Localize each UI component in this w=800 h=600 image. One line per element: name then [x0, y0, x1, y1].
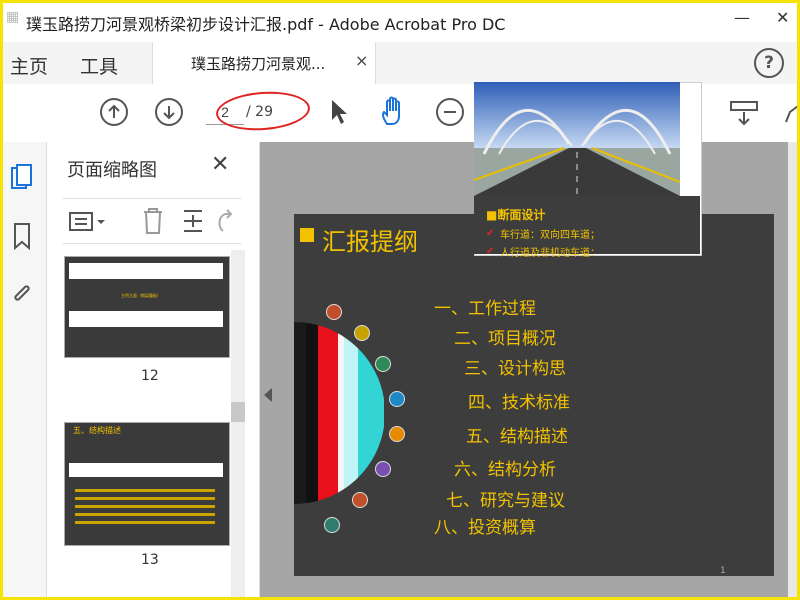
page-thumbnail-13[interactable]: 五、结构描述 [64, 422, 230, 546]
extract-page-icon[interactable] [181, 207, 205, 235]
bridge-photo [474, 82, 680, 196]
bookmark-icon[interactable] [10, 222, 34, 250]
page-number-12: 12 [141, 368, 159, 384]
help-icon[interactable]: ? [754, 48, 784, 78]
tab-close-icon[interactable]: × [355, 51, 368, 70]
agenda-dot [389, 426, 405, 442]
delete-page-icon[interactable] [141, 207, 165, 235]
agenda-dot [389, 391, 405, 407]
checkmark-icon: ✔ [486, 228, 495, 239]
agenda-item: 二、项目概况 [454, 329, 556, 349]
close-icon[interactable]: ✕ [776, 8, 789, 27]
thumbnail-scroll-thumb[interactable] [231, 402, 245, 422]
pen-tool-icon[interactable] [784, 104, 800, 124]
collapse-panel-arrow-icon[interactable] [264, 388, 272, 402]
agenda-item: 三、设计构思 [464, 359, 566, 379]
page-thumbnails-icon[interactable] [10, 164, 34, 192]
attachment-icon[interactable] [10, 280, 34, 308]
stamp-tool-icon[interactable] [730, 100, 758, 128]
agenda-item: 八、投资概算 [434, 518, 536, 538]
thumbnail-options-icon[interactable] [69, 211, 109, 233]
agenda-item: 五、结构描述 [466, 427, 568, 447]
tab-document-label: 璞玉路捞刀河景观... [191, 55, 326, 73]
thumbnail-caption: 主桥立面（钢梁腹板） [121, 293, 161, 298]
panel-close-icon[interactable]: ✕ [211, 152, 229, 177]
slide-page-number: 1 [720, 566, 726, 576]
page-number-13: 13 [141, 552, 159, 568]
agenda-item: 六、结构分析 [454, 460, 556, 480]
agenda-dot [324, 517, 340, 533]
tab-document[interactable]: 璞玉路捞刀河景观... × [152, 42, 376, 84]
document-scrollbar[interactable] [788, 142, 800, 600]
slide-title: 汇报提纲 [322, 228, 418, 256]
semicircle-graphic [294, 322, 384, 504]
agenda-dot [375, 356, 391, 372]
agenda-dot [354, 325, 370, 341]
rotate-page-icon[interactable] [215, 207, 239, 235]
caption-heading: ■断面设计 [486, 208, 546, 222]
panel-toolbar [63, 198, 241, 244]
hand-tool-icon[interactable] [378, 96, 410, 128]
previous-page-icon[interactable] [100, 98, 128, 126]
agenda-item: 一、工作过程 [434, 299, 536, 319]
thumbnails-panel: 页面缩略图 ✕ 主桥立面（钢梁腹板） 12 五、结构描述 13 [47, 142, 260, 600]
checkmark-icon: ✔ [486, 246, 495, 257]
zoom-out-icon[interactable] [436, 98, 464, 126]
agenda-dot [326, 304, 342, 320]
select-cursor-icon[interactable] [328, 98, 350, 126]
next-page-icon[interactable] [155, 98, 183, 126]
title-bar: ▦ 璞玉路捞刀河景观桥梁初步设计汇报.pdf - Adobe Acrobat P… [0, 0, 800, 42]
tab-bar: 主页 工具 璞玉路捞刀河景观... × [0, 42, 800, 84]
thumbnail-heading: 五、结构描述 [73, 426, 121, 435]
left-navigation-rail [0, 142, 47, 600]
agenda-dot [375, 461, 391, 477]
panel-title: 页面缩略图 [67, 160, 157, 181]
tab-home[interactable]: 主页 [10, 52, 48, 79]
page-thumbnail-12[interactable]: 主桥立面（钢梁腹板） [64, 256, 230, 358]
window-title: 璞玉路捞刀河景观桥梁初步设计汇报.pdf - Adobe Acrobat Pro… [26, 15, 506, 34]
caption-line-1: 车行道：双向四车道； [500, 230, 600, 241]
agenda-dot [352, 492, 368, 508]
agenda-item: 四、技术标准 [468, 393, 570, 413]
tab-tools[interactable]: 工具 [80, 52, 118, 79]
title-bullet [300, 228, 314, 242]
thumbnail-scrollbar[interactable] [231, 250, 245, 600]
agenda-item: 七、研究与建议 [446, 491, 565, 511]
minimize-icon[interactable]: — [734, 8, 750, 27]
caption-line-2: 人行道及非机动车道： [500, 248, 600, 259]
